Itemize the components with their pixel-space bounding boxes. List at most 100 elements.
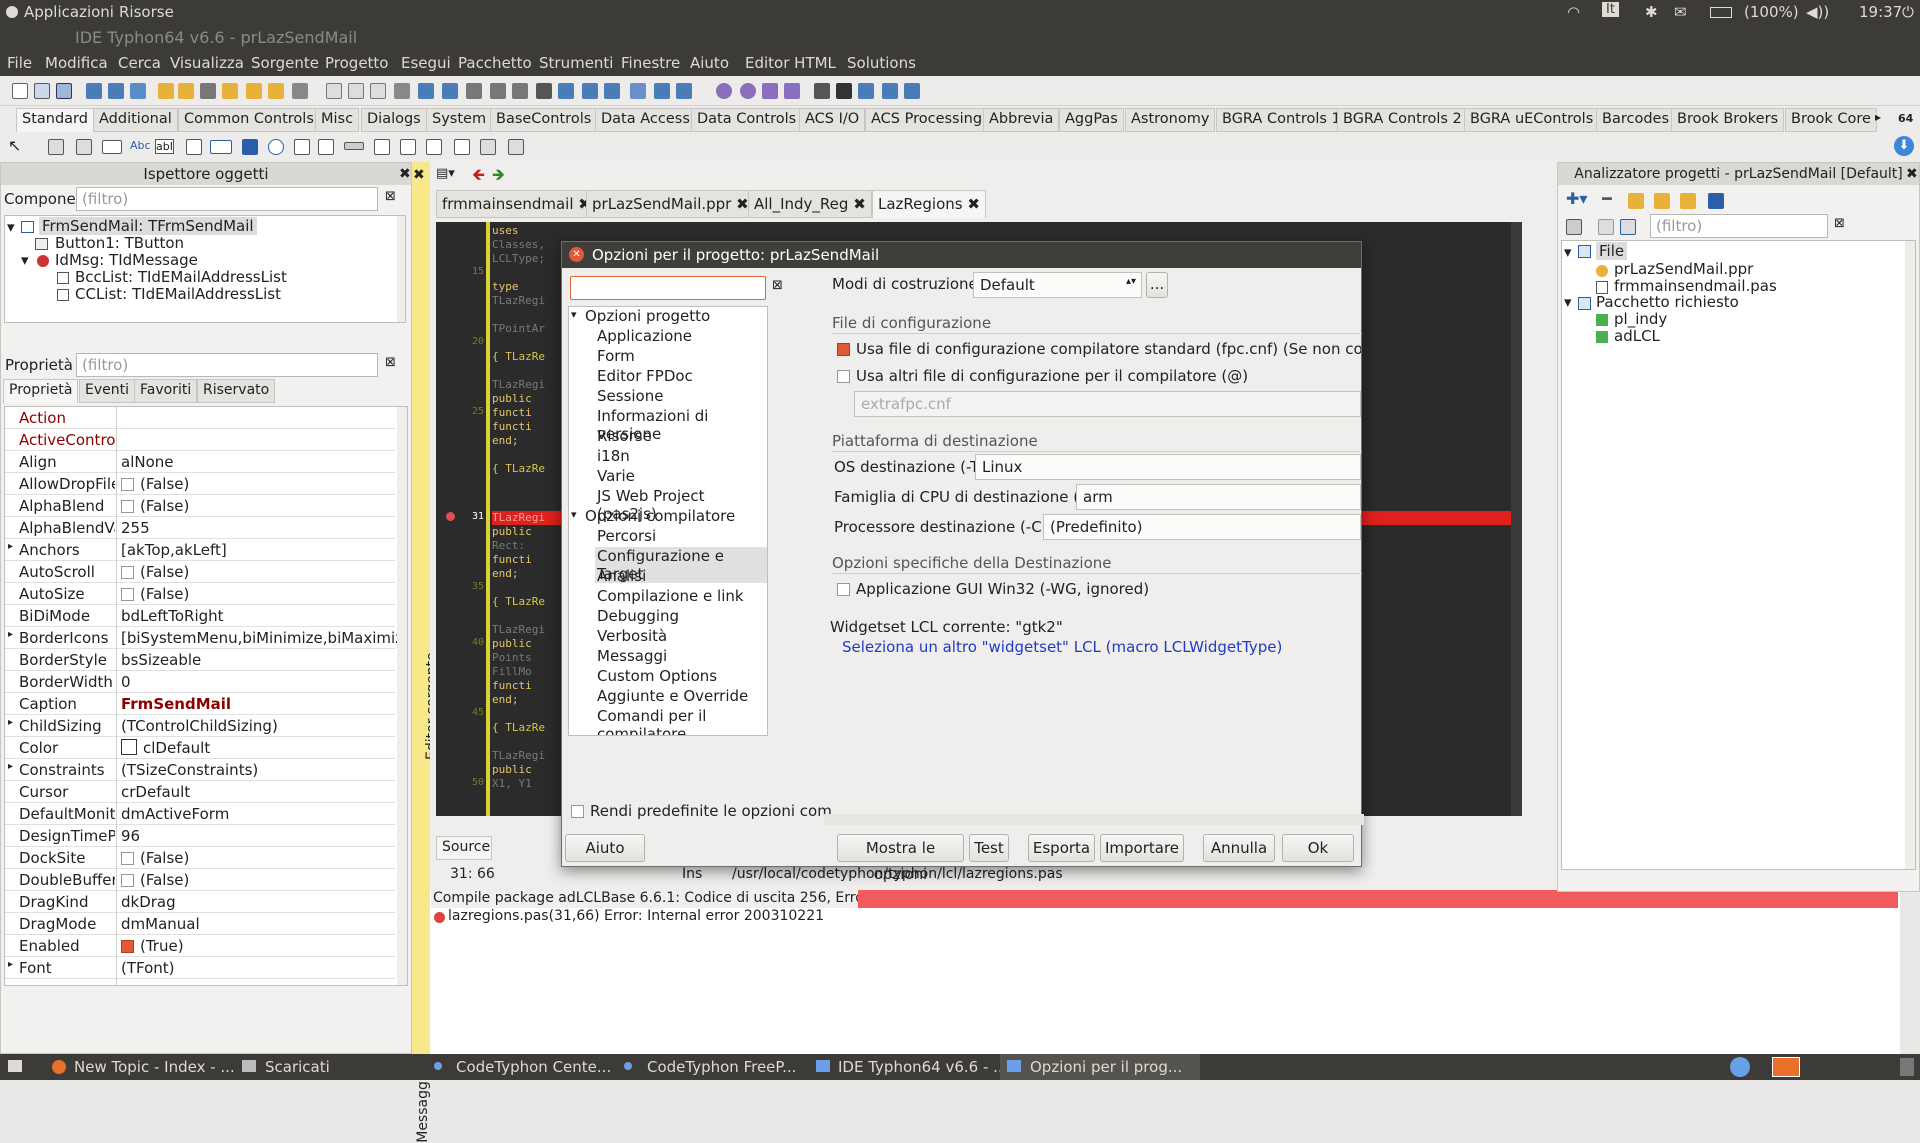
tab-data-access[interactable]: Data Access [595,108,696,132]
tree-item-required[interactable]: Pacchetto richiesto [1596,293,1739,311]
tree-item-bcclist[interactable]: BccList: TIdEMailAddressList [75,268,287,286]
expand-icon[interactable]: ▾ [21,251,29,269]
horizontal-scrollbar[interactable] [824,814,1364,825]
expand-arrow-icon[interactable]: ▸ [8,541,13,552]
view-icon[interactable] [292,83,308,99]
property-row[interactable]: BorderWidth 0 [5,671,395,693]
tree-node[interactable]: Aggiunte e Override [597,687,748,705]
editor-tab-active[interactable]: LazRegions ✖ [872,190,986,218]
sort-icon[interactable] [1708,193,1724,209]
radiobutton-icon[interactable] [268,139,284,155]
property-row[interactable]: Color clDefault [5,737,395,759]
tree-node[interactable]: Compilazione e link [597,587,744,605]
tree-node[interactable]: Form [597,347,635,365]
options-search-input[interactable] [570,276,766,300]
inspector-icon[interactable] [466,83,482,99]
tree-item-form[interactable]: FrmSendMail: TFrmSendMail [39,217,257,235]
memo-icon[interactable] [186,139,202,155]
menu-aiuto[interactable]: Aiuto [690,54,729,72]
checkbox[interactable] [121,874,134,887]
run-icon[interactable] [762,83,778,99]
property-row[interactable]: AllowDropFile (False) [5,473,395,495]
pause-icon[interactable] [814,83,830,99]
property-row[interactable]: Action [5,407,395,429]
tree-node[interactable]: Custom Options [597,667,717,685]
checkbox-icon[interactable] [242,139,258,155]
menu-solutions[interactable]: Solutions [847,54,916,72]
expand-icon[interactable]: ▾ [7,218,15,236]
menu-cerca[interactable]: Cerca [118,54,161,72]
property-row[interactable]: AutoSize (False) [5,583,395,605]
tab-brook-core[interactable]: Brook Core [1785,108,1877,132]
expand-arrow-icon[interactable]: ▸ [8,629,13,640]
package-install-icon[interactable] [246,83,262,99]
editor-tab[interactable]: prLazSendMail.ppr ✖ [586,190,755,218]
tab-favoriti[interactable]: Favoriti [134,379,198,403]
widgetset-link[interactable]: Seleziona un altro "widgetset" LCL (macr… [842,638,1282,656]
editor-tab[interactable]: frmmainsendmail ✖ [436,190,597,218]
expand-arrow-icon[interactable]: ▸ [8,761,13,772]
editor-menu-icon[interactable]: ▤▾ [436,166,455,181]
stop-icon[interactable] [836,83,852,99]
forms-icon[interactable] [348,83,364,99]
places-menu[interactable]: Risorse [119,3,174,21]
toggle-form-icon[interactable] [370,83,386,99]
popupmenu-icon[interactable] [76,139,92,155]
expand-icon[interactable]: ▾ [1564,243,1572,261]
menu-pacchetto[interactable]: Pacchetto [458,54,532,72]
layout-icon[interactable] [582,83,598,99]
clear-filter-icon[interactable]: ⊠ [385,189,396,204]
property-row[interactable]: Align alNone [5,451,395,473]
download-icon[interactable]: ⬇ [1894,136,1914,156]
scrollbar-icon[interactable] [344,142,364,150]
tab-brook-brokers[interactable]: Brook Brokers [1671,108,1785,132]
package-open-icon[interactable] [178,83,194,99]
step-over-icon[interactable] [882,83,898,99]
help-button[interactable]: Aiuto [565,834,645,862]
combobox-icon[interactable] [318,139,334,155]
tree-node[interactable]: Editor FPDoc [597,367,693,385]
tree-node[interactable]: Messaggi [597,647,667,665]
property-row[interactable]: DesignTimePF 96 [5,825,395,847]
taskbar-item[interactable]: New Topic - Index - ... [74,1058,235,1076]
actionlist-icon[interactable] [508,139,524,155]
keyboard-layout[interactable]: It [1602,2,1619,17]
frame-icon[interactable] [480,139,496,155]
menu-visualizza[interactable]: Visualizza [170,54,244,72]
taskbar-item[interactable]: CodeTyphon FreeP... [647,1058,796,1076]
expand-arrow-icon[interactable]: ▸ [8,717,13,728]
tree-scrollbar[interactable] [397,216,405,322]
menu-sorgente[interactable]: Sorgente [251,54,319,72]
package-icon[interactable] [158,83,174,99]
taskbar-item[interactable]: CodeTyphon Cente... [456,1058,611,1076]
workspace-icon[interactable] [1730,1057,1750,1077]
togglebox-icon[interactable] [210,140,232,154]
taskbar-item[interactable]: IDE Typhon64 v6.6 - ... [838,1058,1007,1076]
grid-scrollbar[interactable] [397,407,407,985]
expand-icon[interactable]: ▾ [571,508,577,521]
tab-data-controls[interactable]: Data Controls [691,108,803,132]
sort-alpha-icon[interactable] [1620,219,1636,235]
expand-icon[interactable]: ▾ [571,308,577,321]
tree-scrollbar[interactable] [1905,241,1915,869]
checkbox[interactable] [121,478,134,491]
property-row[interactable]: ▸ Anchors [akTop,akLeft] [5,539,395,561]
other-config-checkbox[interactable]: Usa altri file di configurazione per il … [837,367,1248,385]
checkbox[interactable] [121,500,134,513]
show-desktop-icon[interactable] [8,1060,22,1072]
applications-menu[interactable]: Applicazioni [24,3,114,21]
properties-filter[interactable]: (filtro) [76,353,378,377]
tab-aggpas[interactable]: AggPas [1059,108,1124,132]
tab-riservato[interactable]: Riservato [197,379,276,403]
forward-icon[interactable]: 🡺 [492,164,505,191]
save-icon[interactable] [86,83,102,99]
expand-icon[interactable]: ▾ [1564,293,1572,311]
remove-icon[interactable]: ━ [1602,189,1612,208]
target-os-select[interactable]: Linux [975,454,1361,480]
ok-button[interactable]: Ok [1282,834,1354,862]
import-button[interactable]: Importare [1100,834,1184,862]
volume-icon[interactable]: ◀)) [1806,3,1829,21]
edit-icon[interactable]: abI [155,139,174,154]
expand-arrow-icon[interactable]: ▸ [8,959,13,970]
checkbox[interactable] [121,852,134,865]
